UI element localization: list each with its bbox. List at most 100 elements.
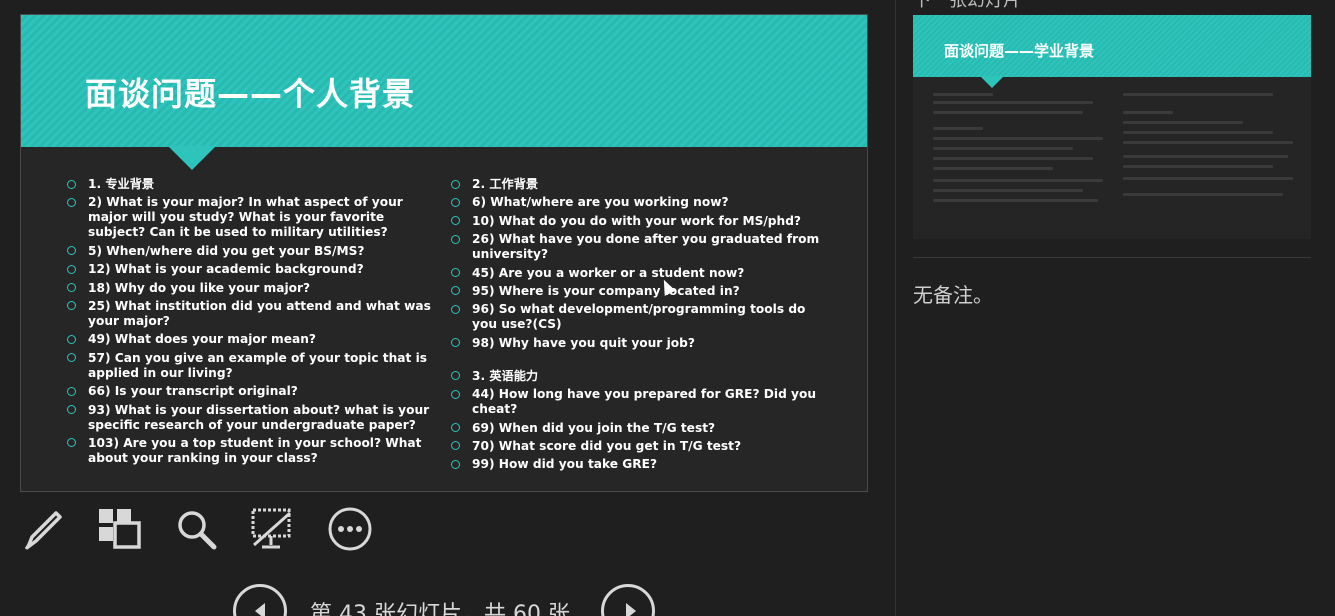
question-text: 2) What is your major? In what aspect of… <box>88 195 403 240</box>
preview-text-line <box>933 93 993 96</box>
bullet-circle-icon <box>67 197 76 207</box>
question-text: 6) What/where are you working now? <box>472 195 729 210</box>
zoom-button[interactable] <box>172 505 220 553</box>
more-icon <box>328 507 372 551</box>
bullet-circle-icon <box>451 268 460 278</box>
bullet-circle-icon <box>67 334 76 344</box>
current-slide: 面谈问题——个人背景 1. 专业背景 2) What is your major?… <box>20 14 868 492</box>
banner-notch <box>168 146 216 170</box>
question-text: 103) Are you a top student in your schoo… <box>88 435 422 465</box>
question-text: 93) What is your dissertation about? wha… <box>88 402 430 432</box>
speaker-notes[interactable]: 无备注。 <box>913 279 993 308</box>
question-item: 99) How did you take GRE? <box>449 457 829 472</box>
question-item: 66) Is your transcript original? <box>65 384 445 399</box>
bullet-circle-icon <box>451 338 460 348</box>
next-slide-notch <box>980 76 1004 88</box>
question-item: 49) What does your major mean? <box>65 332 445 347</box>
preview-text-line <box>1123 121 1243 124</box>
question-item: 2. 工作背景 <box>449 177 829 192</box>
question-item: 26) What have you done after you graduat… <box>449 232 829 262</box>
question-item: 95) Where is your company located in? <box>449 284 829 299</box>
preview-text-line <box>933 137 1103 140</box>
preview-text-line <box>1123 131 1273 134</box>
preview-text-line <box>933 101 1093 104</box>
next-slide-label: 下一张幻灯片 <box>913 0 1021 11</box>
question-text: 10) What do you do with your work for MS… <box>472 213 802 228</box>
question-text: 25) What institution did you attend and … <box>88 298 431 328</box>
question-text: 69) When did you join the T/G test? <box>472 420 716 435</box>
question-item: 10) What do you do with your work for MS… <box>449 214 829 229</box>
question-text: 12) What is your academic background? <box>88 262 364 277</box>
next-slide-preview[interactable]: 面谈问题——学业背景 <box>913 15 1311 239</box>
preview-text-line <box>933 127 983 130</box>
question-text: 57) Can you give an example of your topi… <box>88 350 428 380</box>
preview-text-line <box>933 147 1073 150</box>
previous-slide-button[interactable] <box>233 584 287 616</box>
question-item: 103) Are you a top student in your schoo… <box>65 436 445 466</box>
bullet-circle-icon <box>67 246 76 256</box>
preview-text-line <box>933 189 1083 192</box>
question-text: 99) How did you take GRE? <box>472 457 658 472</box>
question-item: 98) Why have you quit your job? <box>449 336 829 351</box>
screen-icon <box>251 508 291 549</box>
arrow-left-icon <box>255 603 265 616</box>
question-item: 18) Why do you like your major? <box>65 281 445 296</box>
question-text: 70) What score did you get in T/G test? <box>472 438 742 453</box>
bullet-circle-icon <box>451 197 460 207</box>
pen-tool-button[interactable] <box>20 505 68 553</box>
preview-text-line <box>1123 93 1273 96</box>
preview-text-line <box>933 157 1093 160</box>
slide-title: 面谈问题——个人背景 <box>85 75 416 113</box>
next-slide-title: 面谈问题——学业背景 <box>944 42 1095 60</box>
question-text: 49) What does your major mean? <box>88 332 316 347</box>
question-item: 44) How long have you prepared for GRE? … <box>449 387 829 417</box>
next-slide-button[interactable] <box>601 584 655 616</box>
bullet-circle-icon <box>451 423 460 433</box>
black-screen-button[interactable] <box>248 505 296 553</box>
question-text: 26) What have you done after you graduat… <box>472 232 820 262</box>
question-text: 18) Why do you like your major? <box>88 280 311 295</box>
arrow-right-icon <box>626 603 636 616</box>
slide-counter[interactable]: 第 43 张幻灯片，共 60 张 <box>310 596 570 616</box>
left-question-list: 1. 专业背景 2) What is your major? In what as… <box>65 177 445 469</box>
bullet-circle-icon <box>67 353 76 363</box>
question-item: 25) What institution did you attend and … <box>65 299 445 329</box>
question-item: 12) What is your academic background? <box>65 262 445 277</box>
question-text: 95) Where is your company located in? <box>472 283 740 298</box>
bullet-circle-icon <box>451 441 460 451</box>
see-all-slides-button[interactable] <box>95 505 143 553</box>
question-text: 66) Is your transcript original? <box>88 384 298 399</box>
zoom-icon <box>178 511 217 550</box>
preview-text-line <box>1123 193 1283 196</box>
question-item: 57) Can you give an example of your topi… <box>65 351 445 381</box>
bullet-circle-icon <box>67 386 76 396</box>
question-text: 5) When/where did you get your BS/MS? <box>88 243 365 258</box>
preview-text-line <box>1123 155 1288 158</box>
question-text: 1. 专业背景 <box>88 177 155 191</box>
question-item: 1. 专业背景 <box>65 177 445 192</box>
bullet-circle-icon <box>67 438 76 448</box>
panel-divider[interactable] <box>895 0 896 616</box>
preview-text-line <box>1123 141 1293 144</box>
preview-text-line <box>933 179 1103 182</box>
bullet-circle-icon <box>67 179 76 189</box>
notes-separator <box>913 257 1311 258</box>
bullet-circle-icon <box>67 405 76 415</box>
more-options-button[interactable] <box>326 505 374 553</box>
question-text: 2. 工作背景 <box>472 177 539 191</box>
bullet-circle-icon <box>451 389 460 399</box>
bullet-circle-icon <box>451 286 460 296</box>
bullet-circle-icon <box>451 304 460 314</box>
question-item: 45) Are you a worker or a student now? <box>449 266 829 281</box>
question-item: 69) When did you join the T/G test? <box>449 421 829 436</box>
question-item: 2) What is your major? In what aspect of… <box>65 195 445 240</box>
bullet-circle-icon <box>451 234 460 244</box>
preview-text-line <box>933 111 1083 114</box>
preview-text-line <box>933 167 1053 170</box>
bullet-circle-icon <box>67 301 76 311</box>
question-text: 45) Are you a worker or a student now? <box>472 265 745 280</box>
bullet-circle-icon <box>451 371 460 381</box>
bullet-circle-icon <box>67 283 76 293</box>
question-item: 6) What/where are you working now? <box>449 195 829 210</box>
pen-icon <box>24 511 62 550</box>
